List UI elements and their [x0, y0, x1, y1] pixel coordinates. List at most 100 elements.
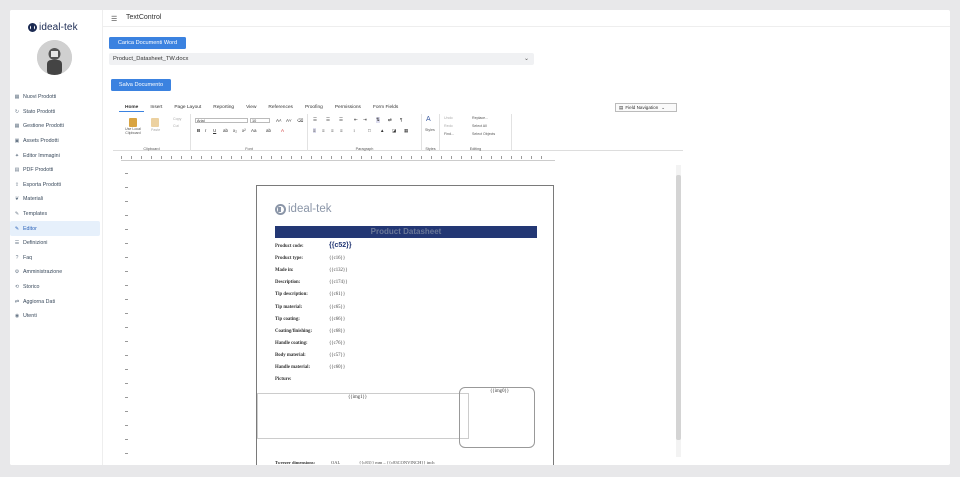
bullets-icon[interactable]: ☰ — [313, 117, 317, 123]
sidebar-item-editor-immagini[interactable]: ✦ Editor Immagini — [10, 148, 103, 163]
sidebar-item-stato-prodotti[interactable]: ↻ Stato Prodotti — [10, 105, 103, 120]
tab-reporting[interactable]: Reporting — [207, 104, 240, 112]
align-right-icon[interactable]: ≡ — [331, 128, 334, 133]
tab-references[interactable]: References — [262, 104, 299, 112]
bold-icon[interactable]: B — [197, 128, 200, 133]
field-value[interactable]: {{c68}} — [329, 329, 345, 334]
use-local-clipboard[interactable]: Use Local Clipboard — [124, 127, 142, 136]
grow-font-icon[interactable]: A˄ — [276, 118, 282, 123]
avatar[interactable] — [37, 40, 72, 75]
subscript-icon[interactable]: x₂ — [233, 128, 237, 133]
sidebar-item-storico[interactable]: ⟲ Storico — [10, 280, 103, 295]
sidebar-item-editor[interactable]: ✎ Editor — [10, 221, 100, 236]
sidebar-item-definizioni[interactable]: ☰ Definizioni — [10, 236, 103, 251]
table-icon[interactable]: ▦ — [404, 128, 408, 134]
field-navigation-button[interactable]: ▤ Field Navigation ⌄ — [615, 103, 677, 112]
ruler-tick — [125, 313, 128, 314]
load-word-button[interactable]: Carica Documenti Word — [109, 37, 186, 49]
find-button[interactable]: Find... — [444, 132, 454, 136]
field-value[interactable]: {{c65}} — [329, 305, 345, 310]
sidebar-item-amministrazione[interactable]: ⚙ Amministrazione — [10, 265, 103, 280]
underline-icon[interactable]: U — [213, 128, 216, 133]
vertical-scrollbar[interactable] — [676, 165, 681, 457]
field-value[interactable]: {{c52}} — [329, 242, 352, 249]
tab-view[interactable]: View — [240, 104, 262, 112]
italic-icon[interactable]: I — [205, 128, 206, 133]
align-left-icon[interactable]: ≡ — [313, 128, 316, 133]
horizontal-ruler[interactable] — [121, 154, 555, 161]
font-size-select[interactable]: 10 — [250, 118, 270, 123]
indent-icon[interactable]: ⇥ — [363, 117, 367, 123]
eye-icon: ◉ — [14, 313, 20, 320]
select-all-button[interactable]: Select All — [472, 124, 487, 128]
copy-button[interactable]: Copy — [173, 117, 181, 121]
replace-button[interactable]: Replace... — [472, 116, 488, 120]
tab-permissions[interactable]: Permissions — [329, 104, 367, 112]
field-value[interactable]: {{c60}} — [329, 365, 345, 370]
sidebar-item-utenti[interactable]: ◉ Utenti — [10, 309, 103, 324]
align-center-icon[interactable]: ≡ — [322, 128, 325, 133]
paste-button[interactable]: Paste — [151, 128, 160, 132]
save-document-button[interactable]: Salva Documento — [111, 79, 171, 91]
redo-button[interactable]: Redo — [444, 124, 453, 128]
document-select[interactable]: Product_Datasheet_TW.docx ⌄ — [109, 53, 534, 65]
sidebar-item-gestione-prodotti[interactable]: ▦ Gestione Prodotti — [10, 119, 103, 134]
shading-icon[interactable]: ▲ — [380, 128, 384, 133]
field-value[interactable]: {{c76}} — [329, 341, 345, 346]
cut-button[interactable]: Cut — [173, 124, 179, 128]
sidebar-item-nuovi-prodotti[interactable]: ▦ Nuovi Prodotti — [10, 90, 103, 105]
sidebar-item-templates[interactable]: ✎ Templates — [10, 207, 103, 222]
clipboard-icon[interactable] — [129, 118, 137, 127]
sidebar-item-assets-prodotti[interactable]: ▣ Assets Prodotti — [10, 134, 103, 149]
document-page[interactable]: ideal-tek Product Datasheet Product code… — [256, 185, 554, 465]
styles-button[interactable]: Styles — [425, 128, 435, 132]
tab-insert[interactable]: Insert — [144, 104, 168, 112]
styles-icon[interactable]: A — [426, 116, 431, 123]
multilevel-icon[interactable]: ☰ — [339, 117, 343, 123]
field-value[interactable]: {{c57}} — [329, 353, 345, 358]
menu-icon[interactable]: ☰ — [111, 15, 117, 23]
shrink-font-icon[interactable]: A˅ — [286, 118, 292, 123]
img0-frame[interactable]: {{img0}} — [459, 387, 535, 448]
sidebar-item-aggiorna-dati[interactable]: ⇄ Aggiorna Dati — [10, 294, 103, 309]
font-color-icon[interactable]: A — [281, 128, 284, 133]
outdent-icon[interactable]: ⇤ — [354, 117, 358, 123]
scrollbar-thumb[interactable] — [676, 175, 681, 440]
borders-icon[interactable]: □ — [368, 128, 371, 133]
field-value[interactable]: {{c174}} — [329, 280, 348, 285]
sidebar-item-materiali[interactable]: ❦ Materiali — [10, 192, 103, 207]
highlight-icon[interactable]: ab — [266, 128, 271, 133]
sidebar-item-faq[interactable]: ? Faq — [10, 251, 103, 266]
tab-home[interactable]: Home — [119, 104, 145, 112]
ruler-tick — [181, 156, 182, 159]
direction-icon[interactable]: ⇄ — [388, 117, 392, 123]
tab-proofing[interactable]: Proofing — [299, 104, 329, 112]
tab-page-layout[interactable]: Page Layout — [168, 104, 207, 112]
paste-icon[interactable] — [151, 118, 159, 127]
img1-frame[interactable]: {{img1}} — [257, 393, 469, 439]
field-value[interactable]: {{c66}} — [329, 317, 345, 322]
pilcrow-icon[interactable]: ¶ — [400, 117, 402, 122]
justify-icon[interactable]: ≡ — [340, 128, 343, 133]
change-case-icon[interactable]: Aa — [251, 128, 257, 133]
dimension-value[interactable]: {{c83}} mm – {{c83CONVINCH}} inch — [359, 460, 435, 465]
field-value[interactable]: {{c61}} — [329, 292, 345, 297]
line-spacing-icon[interactable]: ↕ — [353, 128, 355, 133]
sidebar-item-esporta-prodotti[interactable]: ⇪ Esporta Prodotti — [10, 178, 103, 193]
undo-button[interactable]: Undo — [444, 116, 453, 120]
strike-icon[interactable]: ab — [223, 128, 228, 133]
numbering-icon[interactable]: ☰ — [326, 117, 330, 123]
ruler-tick — [251, 156, 252, 159]
superscript-icon[interactable]: x² — [242, 128, 246, 133]
font-name-select[interactable]: Arial — [195, 118, 248, 123]
brand-logo[interactable]: ideal-tek — [28, 22, 78, 33]
tab-form-fields[interactable]: Form Fields — [367, 104, 404, 112]
sidebar-item-pdf-prodotti[interactable]: ▤ PDF Prodotti — [10, 163, 103, 178]
select-objects-button[interactable]: Select Objects — [472, 132, 495, 136]
clear-format-icon[interactable]: ⌫ — [297, 118, 303, 124]
field-value[interactable]: {{c132}} — [329, 268, 348, 273]
ruler-tick — [125, 355, 128, 356]
field-value[interactable]: {{c16}} — [329, 256, 345, 261]
sort-icon[interactable]: ⇅ — [376, 117, 380, 123]
frame-icon[interactable]: ◪ — [392, 128, 396, 134]
